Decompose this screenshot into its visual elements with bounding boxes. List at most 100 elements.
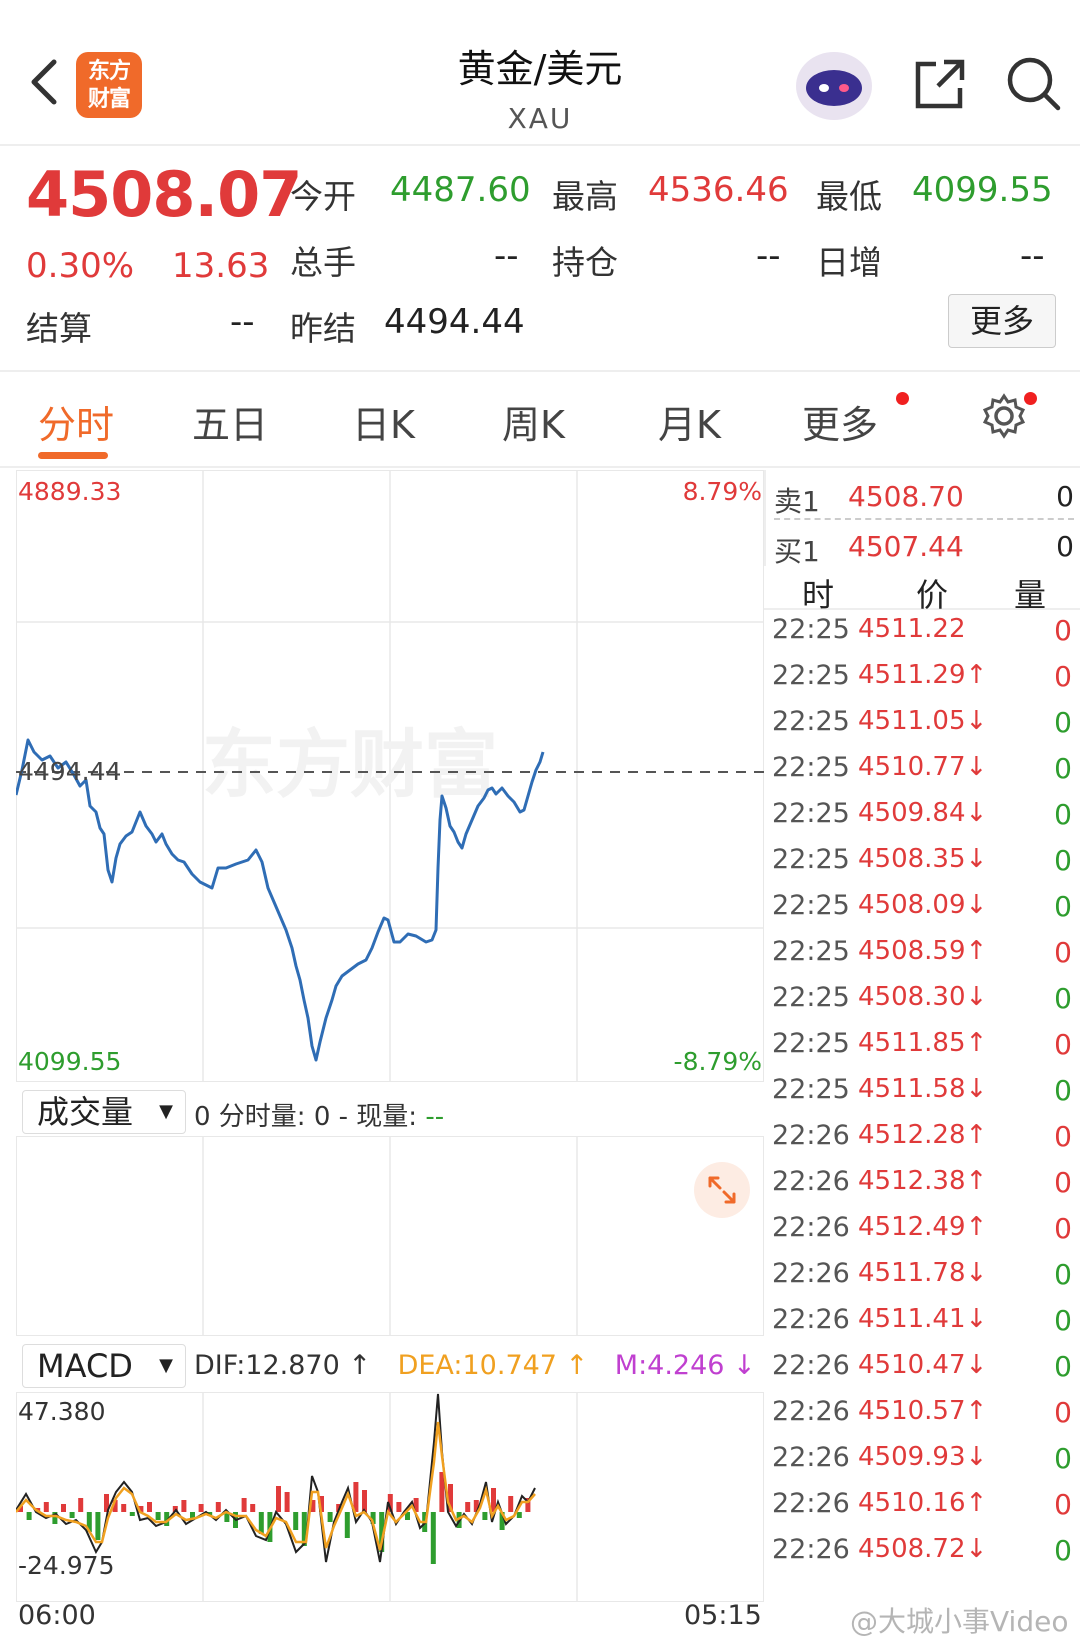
- tick-row: 22:25 4511.85↑ 0: [772, 1028, 1072, 1074]
- high-value: 4536.46: [648, 170, 789, 210]
- macd-y-min-label: -24.975: [18, 1551, 115, 1580]
- tick-price: 4510.47↓: [858, 1350, 988, 1380]
- macd-info: DIF:12.870 ↑ DEA:10.747 ↑ M:4.246 ↓: [194, 1350, 756, 1381]
- tick-qty: 0: [1054, 1350, 1072, 1383]
- tab-more[interactable]: 更多: [802, 394, 878, 449]
- tick-time: 22:26: [772, 1350, 850, 1381]
- settle-value: --: [230, 302, 255, 342]
- tick-price: 4511.78↓: [858, 1258, 988, 1288]
- daily-increase-value: --: [1020, 236, 1045, 276]
- chart-watermark: 东方财富: [202, 722, 498, 808]
- expand-icon[interactable]: [692, 1160, 752, 1220]
- macd-histogram-bar: [198, 1504, 204, 1512]
- tick-qty: 0: [1054, 982, 1072, 1015]
- dropdown-icon: ▼: [159, 1355, 173, 1376]
- tab-timeshare[interactable]: 分时: [38, 394, 114, 449]
- macd-histogram-bar: [396, 1502, 402, 1512]
- tick-qty: 0: [1054, 1258, 1072, 1291]
- pct-max-label: 8.79%: [683, 477, 762, 506]
- macd-histogram-bar: [147, 1502, 152, 1512]
- macd-histogram-bar: [78, 1498, 84, 1512]
- tick-price: 4510.57↑: [858, 1396, 988, 1426]
- macd-histogram-bar: [155, 1512, 161, 1520]
- price-line-chart[interactable]: 东方财富 4889.33 4099.55 8.79% -8.79% 4494.4…: [16, 470, 764, 1082]
- divider: [0, 370, 1080, 372]
- tick-row: 22:26 4509.93↓ 0: [772, 1442, 1072, 1488]
- tick-qty: 0: [1054, 1488, 1072, 1521]
- tick-time: 22:25: [772, 706, 850, 737]
- macd-histogram-bar: [129, 1512, 135, 1516]
- tick-time: 22:25: [772, 844, 850, 875]
- tick-row: 22:26 4511.78↓ 0: [772, 1258, 1072, 1304]
- tick-qty: 0: [1054, 1212, 1072, 1245]
- tick-table-header: 时 价 量: [764, 566, 1080, 614]
- tick-time: 22:25: [772, 798, 850, 829]
- tab-monthly-k[interactable]: 月K: [658, 394, 721, 449]
- tick-price: 4508.59↑: [858, 936, 988, 966]
- low-value: 4099.55: [912, 170, 1053, 210]
- tick-price: 4510.77↓: [858, 752, 988, 782]
- tick-qty: 0: [1054, 1074, 1072, 1107]
- tick-row: 22:25 4508.35↓ 0: [772, 844, 1072, 890]
- app-logo[interactable]: 东方 财富: [76, 52, 142, 118]
- change-amount: 13.63: [172, 246, 270, 286]
- tick-qty: 0: [1054, 936, 1072, 969]
- tick-time: 22:26: [772, 1534, 850, 1565]
- macd-histogram-bar: [276, 1486, 281, 1512]
- tick-qty: 0: [1054, 1028, 1072, 1061]
- change-percent: 0.30%: [26, 246, 135, 286]
- tick-qty: 0: [1054, 1166, 1072, 1199]
- ref-line-label: 4494.44: [18, 757, 121, 786]
- tick-price: 4512.28↑: [858, 1120, 988, 1150]
- tick-time: 22:26: [772, 1442, 850, 1473]
- macd-indicator-select[interactable]: MACD ▼: [22, 1344, 186, 1388]
- ai-assistant-icon[interactable]: [792, 44, 876, 124]
- more-quote-button[interactable]: 更多: [948, 294, 1056, 348]
- search-icon[interactable]: [1004, 54, 1064, 114]
- settings-gear-icon[interactable]: [980, 392, 1028, 440]
- page-subtitle: XAU: [507, 102, 573, 135]
- tick-price: 4509.93↓: [858, 1442, 988, 1472]
- tick-qty: 0: [1054, 1396, 1072, 1429]
- tick-row: 22:26 4510.16↑ 0: [772, 1488, 1072, 1534]
- open-value: 4487.60: [390, 170, 531, 210]
- back-arrow-icon[interactable]: [26, 58, 62, 106]
- tick-time: 22:25: [772, 1028, 850, 1059]
- volume-label: 总手: [290, 243, 356, 282]
- tick-qty: 0: [1054, 660, 1072, 693]
- tick-row: 22:26 4510.57↑ 0: [772, 1396, 1072, 1442]
- tick-time: 22:25: [772, 752, 850, 783]
- order-book: 卖1 4508.70 0 买1 4507.44 0: [764, 470, 1080, 568]
- y-axis-max-label: 4889.33: [18, 477, 121, 506]
- volume-indicator-select[interactable]: 成交量 ▼: [22, 1090, 186, 1134]
- tick-price: 4508.72↓: [858, 1534, 988, 1564]
- overlay-watermark: @大城小事Video: [850, 1605, 1069, 1638]
- tab-weekly-k[interactable]: 周K: [502, 394, 565, 449]
- tick-price: 4512.38↑: [858, 1166, 988, 1196]
- macd-histogram-bar: [430, 1512, 436, 1564]
- ask-row: 卖1 4508.70 0: [774, 480, 1074, 518]
- x-axis-start-label: 06:00: [18, 1600, 96, 1631]
- tick-price: 4512.49↑: [858, 1212, 988, 1242]
- macd-histogram-bar: [26, 1512, 32, 1520]
- tick-price: 4511.41↓: [858, 1304, 988, 1334]
- tab-daily-k[interactable]: 日K: [352, 394, 415, 449]
- tick-price: 4511.29↑: [858, 660, 988, 690]
- tick-row: 22:25 4508.59↑ 0: [772, 936, 1072, 982]
- open-label: 今开: [290, 177, 356, 216]
- tick-price: 4511.85↑: [858, 1028, 988, 1058]
- tick-qty: 0: [1054, 1120, 1072, 1153]
- tick-price: 4511.22: [858, 614, 966, 644]
- tick-price: 4510.16↑: [858, 1488, 988, 1518]
- macd-histogram-bar: [293, 1512, 299, 1530]
- macd-histogram-bar: [362, 1490, 367, 1512]
- tab-five-day[interactable]: 五日: [192, 394, 268, 449]
- tick-row: 22:26 4508.72↓ 0: [772, 1534, 1072, 1580]
- macd-chart[interactable]: 47.380 -24.975: [16, 1392, 764, 1602]
- macd-histogram-bar: [95, 1512, 101, 1540]
- tick-time: 22:25: [772, 1074, 850, 1105]
- volume-chart[interactable]: [16, 1136, 764, 1336]
- tick-price: 4508.30↓: [858, 982, 988, 1012]
- share-icon[interactable]: [910, 54, 970, 114]
- high-label: 最高: [552, 177, 618, 216]
